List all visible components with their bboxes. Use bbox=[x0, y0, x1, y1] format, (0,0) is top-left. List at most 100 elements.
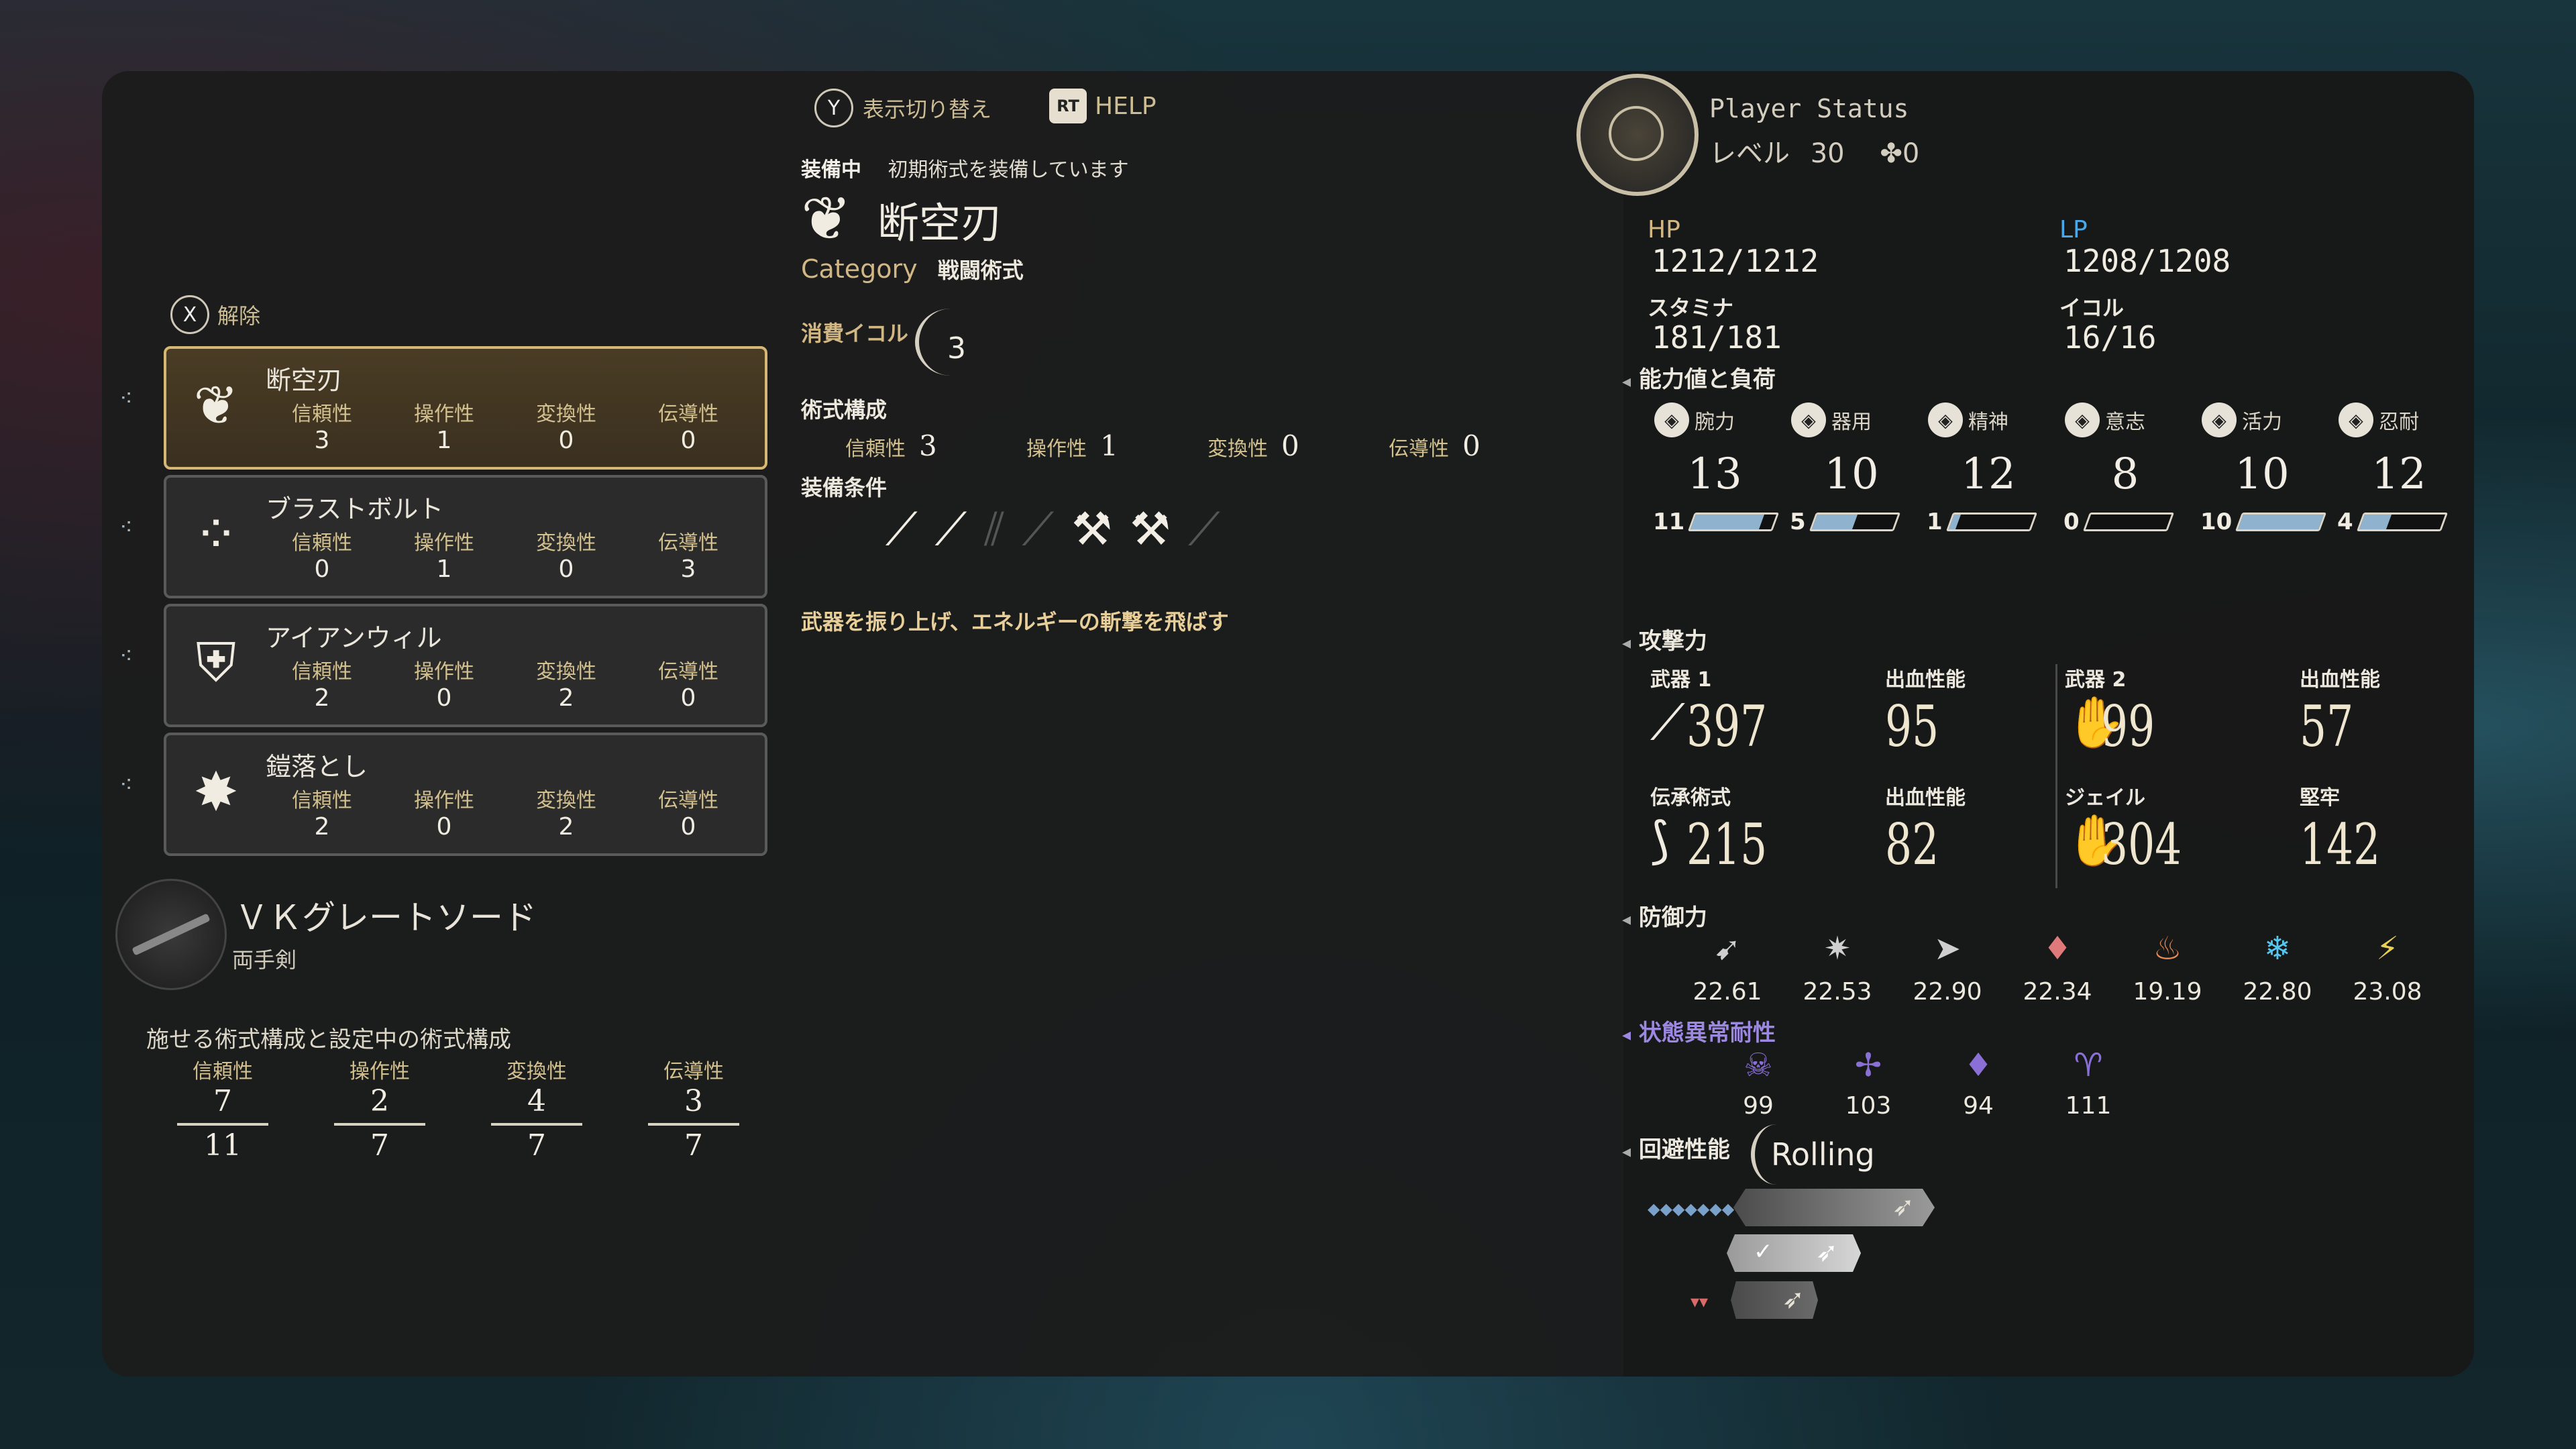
toggle-view-label: 表示切り替え bbox=[863, 97, 992, 122]
ability-value: 8 bbox=[2111, 449, 2139, 499]
capacity-divider bbox=[491, 1123, 582, 1126]
arrow-icon: ◂ bbox=[1622, 633, 1631, 653]
weapon-type: 両手剣 bbox=[232, 947, 297, 973]
stamina-value: 181/181 bbox=[1652, 319, 1782, 356]
art-stat-label: 伝導性 bbox=[658, 531, 718, 555]
ability-load: 10 bbox=[2200, 508, 2327, 535]
ability-load-fill bbox=[1690, 515, 1765, 529]
frenzy-icon: ♈ bbox=[2074, 1046, 2103, 1084]
defense-value: 22.90 bbox=[1913, 978, 1982, 1006]
ability-header: ◈ 器用 bbox=[1791, 402, 1872, 437]
weapon-requirement-icons: ⟋ ⟋ ⫽ ⟋ ⚒ ⚒ ⟋ bbox=[885, 503, 1220, 557]
equipped-note: 初期術式を装備しています bbox=[888, 158, 1129, 182]
ability-load: 5 bbox=[1790, 508, 1900, 535]
attack-value: 215 bbox=[1686, 812, 1768, 877]
art-stat-label: 操作性 bbox=[414, 660, 474, 684]
level-label: レベル bbox=[1709, 138, 1790, 169]
attack-value: 99 bbox=[2101, 694, 2155, 759]
art-slot[interactable]: ⛨ アイアンウィル 信頼性 2 操作性 0 変換性 2 伝導性 0 bbox=[164, 604, 767, 727]
attack-label: 堅牢 bbox=[2300, 786, 2340, 810]
blood-icon: ♦ bbox=[2043, 930, 2072, 967]
help-button[interactable]: RT HELP bbox=[1049, 89, 1157, 123]
resist-title: ◂ 状態異常耐性 bbox=[1622, 1014, 1776, 1047]
composition-value: 0 bbox=[1281, 429, 1299, 462]
capacity-current: 2 bbox=[370, 1084, 389, 1118]
ability-load-bar bbox=[1688, 513, 1780, 531]
attack-label: ジェイル bbox=[2065, 786, 2145, 810]
lp-label-text: LP bbox=[2059, 216, 2088, 244]
ichor-cost-label: 消費イコル bbox=[801, 321, 909, 346]
capacity-label: 変換性 bbox=[506, 1060, 567, 1083]
bleed-icon: ✢ bbox=[1854, 1046, 1882, 1084]
hammer-icon: ⚒ bbox=[1130, 503, 1171, 556]
stamina-label: スタミナ bbox=[1648, 295, 1734, 321]
art-slot-dots-icon: ⁖ bbox=[119, 771, 133, 798]
art-slot-dots-icon: ⁖ bbox=[119, 643, 133, 669]
ability-load-fill bbox=[2238, 515, 2324, 529]
points-value: 0 bbox=[1902, 138, 1920, 169]
attack-value: 142 bbox=[2300, 812, 2381, 877]
art-name: ブラストボルト bbox=[266, 494, 444, 524]
ability-value: 10 bbox=[1824, 449, 1879, 499]
abilities-title: ◂ 能力値と負荷 bbox=[1622, 361, 1776, 394]
capacity-label: 信頼性 bbox=[193, 1060, 253, 1083]
art-slot[interactable]: ✸ 鎧落とし 信頼性 2 操作性 0 変換性 2 伝導性 0 bbox=[164, 733, 767, 856]
evasion-dots-icon: ◆◆◆◆◆◆◆ bbox=[1648, 1199, 1735, 1218]
art-stat-label: 伝導性 bbox=[658, 660, 718, 684]
art-stat-value: 0 bbox=[680, 684, 696, 712]
evasion-level-heavy: ➶ bbox=[1731, 1281, 1818, 1319]
wing-slash-icon: ❦ bbox=[193, 374, 239, 437]
art-stat-value: 0 bbox=[436, 813, 452, 841]
arrow-icon: ◂ bbox=[1622, 910, 1631, 930]
bow-icon: ⟆ bbox=[1650, 812, 1670, 869]
composition-label: 伝導性 bbox=[1389, 437, 1449, 461]
art-stat-label: 信頼性 bbox=[292, 660, 352, 684]
evasion-level-medium: ✓ ➶ bbox=[1727, 1234, 1861, 1272]
ability-header: ◈ 精神 bbox=[1928, 402, 2008, 437]
capacity-max: 7 bbox=[527, 1128, 546, 1163]
ability-load-fill bbox=[1948, 515, 1961, 529]
attack-label: 出血性能 bbox=[2300, 668, 2380, 692]
toggle-view-button[interactable]: Y 表示切り替え bbox=[814, 89, 991, 127]
ability-load: 1 bbox=[1927, 508, 2037, 535]
art-stat-value: 0 bbox=[680, 813, 696, 841]
art-stat-label: 操作性 bbox=[414, 789, 474, 812]
defense-title: ◂ 防御力 bbox=[1622, 899, 1707, 932]
resist-value: 103 bbox=[1845, 1092, 1892, 1120]
resist-title-text: 状態異常耐性 bbox=[1638, 1020, 1776, 1046]
arrow-icon: ◂ bbox=[1622, 372, 1631, 392]
attack-title: ◂ 攻撃力 bbox=[1622, 623, 1707, 655]
defense-value: 22.80 bbox=[2243, 978, 2312, 1006]
greatsword-icon: ⟋ bbox=[1650, 694, 1685, 751]
art-name: 断空刃 bbox=[266, 366, 343, 395]
attack-value: 82 bbox=[1885, 812, 1939, 877]
art-slot[interactable]: ⁘ ブラストボルト 信頼性 0 操作性 1 変換性 0 伝導性 3 bbox=[164, 475, 767, 598]
ability-load-fill bbox=[2085, 515, 2091, 529]
ichor-cost-value: 3 bbox=[947, 331, 966, 366]
ability-header: ◈ 腕力 bbox=[1654, 402, 1735, 437]
help-label: HELP bbox=[1095, 92, 1157, 120]
composition-label: 術式構成 bbox=[801, 397, 888, 423]
fire-icon: ♨ bbox=[2153, 930, 2182, 967]
art-stat-label: 伝導性 bbox=[658, 402, 718, 426]
composition-item: 操作性 1 bbox=[1026, 429, 1118, 462]
art-stat-value: 1 bbox=[436, 427, 452, 454]
art-slot[interactable]: ❦ 断空刃 信頼性 3 操作性 1 変換性 0 伝導性 0 bbox=[164, 346, 767, 470]
ability-icon: ◈ bbox=[2202, 402, 2237, 437]
ability-load-value: 10 bbox=[2200, 508, 2233, 535]
attack-value: 57 bbox=[2300, 694, 2354, 759]
art-name: アイアンウィル bbox=[266, 623, 442, 653]
level-value: 30 bbox=[1810, 138, 1845, 169]
composition-label: 変換性 bbox=[1208, 437, 1268, 461]
capacity-label: 操作性 bbox=[350, 1060, 410, 1083]
ability-load-fill bbox=[1811, 515, 1858, 529]
attack-value: 95 bbox=[1885, 694, 1939, 759]
release-button[interactable]: X 解除 bbox=[170, 295, 260, 334]
evasion-level-light: ➶ bbox=[1733, 1189, 1935, 1226]
resist-value: 111 bbox=[2065, 1092, 2112, 1120]
ability-header: ◈ 活力 bbox=[2202, 402, 2282, 437]
dash-icon: ➶ bbox=[1782, 1284, 1805, 1315]
ability-load-value: 4 bbox=[2337, 508, 2353, 535]
weapon-name: ＶＫグレートソード bbox=[235, 898, 537, 937]
art-stat-label: 変換性 bbox=[536, 402, 596, 426]
